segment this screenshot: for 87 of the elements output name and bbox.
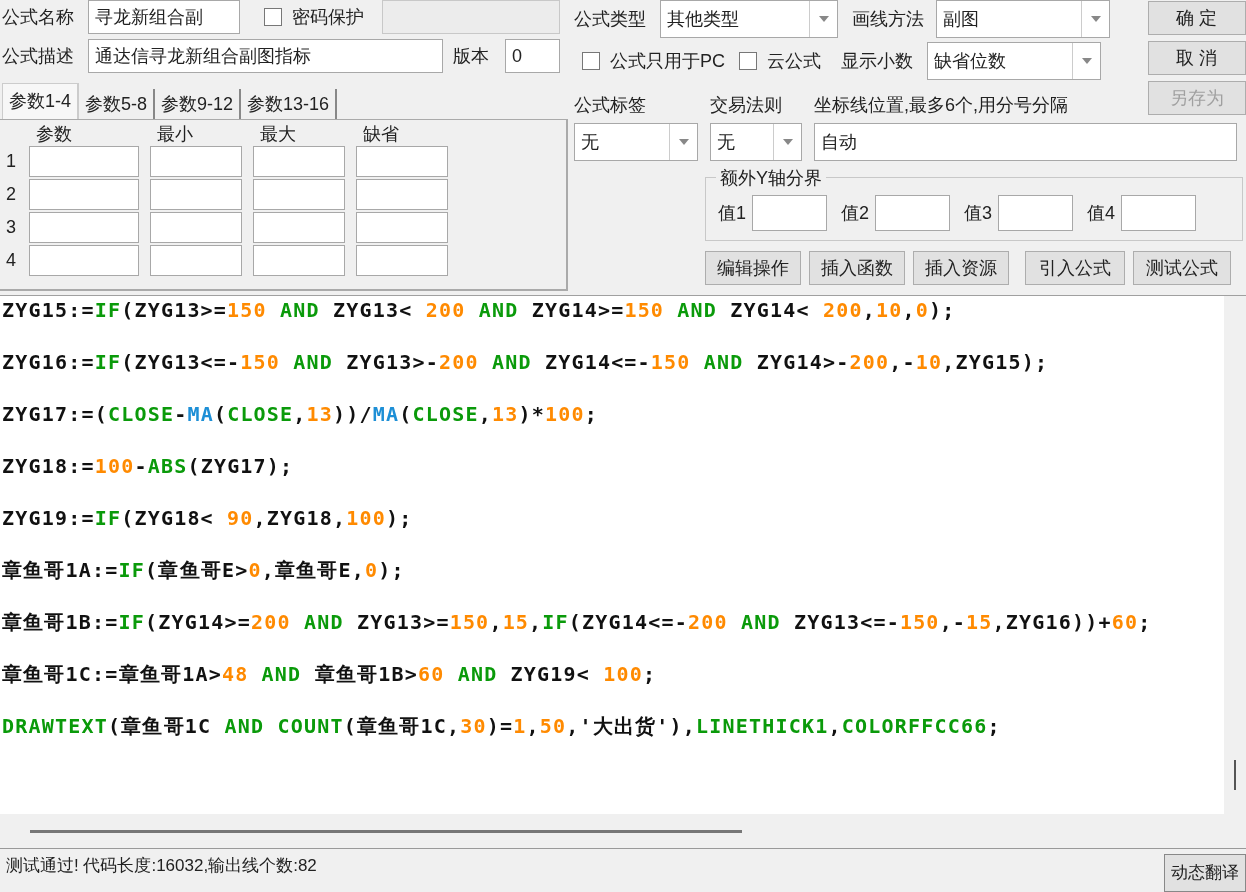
code-line: ZYG16:=IF(ZYG13<=-150 AND ZYG13>-200 AND ZYG14<=-150 AND ZYG14>-200,-10,ZYG15); (2, 350, 1050, 374)
dropdown-value: 副图 (942, 7, 980, 31)
field-label: 公式只用于PC (610, 49, 725, 73)
dynamic-translate-button[interactable]: 动态翻译 (1164, 854, 1246, 892)
checkbox[interactable] (582, 52, 600, 70)
code-line: ZYG15:=IF(ZYG13>=150 AND ZYG13< 200 AND ZYG14>=150 AND ZYG14< 200,10,0); (2, 298, 957, 322)
button[interactable]: 测试公式 (1133, 251, 1231, 285)
field-label: 值1 (718, 201, 746, 225)
tab[interactable]: 参数1-4 (2, 83, 79, 119)
description-field[interactable]: 通达信寻龙新组合副图指标 (88, 39, 443, 73)
code-line: ZYG18:=100-ABS(ZYG17); (2, 454, 295, 478)
button[interactable]: 确 定 (1148, 1, 1246, 35)
row-number: 2 (6, 183, 17, 206)
text-field[interactable] (356, 146, 448, 177)
text-field[interactable] (150, 245, 242, 276)
button[interactable]: 取 消 (1148, 41, 1246, 75)
field-label: 云公式 (767, 49, 821, 73)
button[interactable]: 插入资源 (913, 251, 1009, 285)
caret-icon (1090, 16, 1101, 22)
field-label: 公式标签 (574, 94, 646, 117)
column-header: 参数 (36, 124, 72, 144)
caret-icon (1081, 58, 1092, 64)
field-label: 值3 (964, 201, 993, 225)
checkbox[interactable] (739, 52, 757, 70)
text-field[interactable] (253, 146, 345, 177)
button[interactable]: 插入函数 (809, 251, 905, 285)
code-line: 章鱼哥1B:=IF(ZYG14>=200 AND ZYG13>=150,15,IF(ZYG14<=-200 AND ZYG13<=-150,-15,ZYG16))+60; (2, 610, 1153, 634)
dropdown[interactable]: 其他类型 (660, 0, 838, 38)
code-line: ZYG17:=(CLOSE-MA(CLOSE,13))/MA(CLOSE,13)*100; (2, 402, 599, 426)
text-field[interactable] (150, 179, 242, 210)
text-field[interactable] (356, 212, 448, 243)
field-label: 公式名称 (2, 5, 74, 29)
dropdown[interactable]: 副图 (936, 0, 1110, 38)
status-text: 测试通过! 代码长度:16032,输出线个数:82 (5, 855, 317, 877)
dropdown-value: 无 (580, 130, 600, 154)
field-label: 值4 (1087, 201, 1116, 225)
field-label: 显示小数 (841, 49, 913, 73)
checkbox[interactable] (264, 8, 282, 26)
button[interactable]: 编辑操作 (705, 251, 801, 285)
caret-icon (782, 139, 793, 145)
field-label: 值2 (841, 201, 870, 225)
text-field[interactable] (998, 195, 1074, 231)
text-field[interactable] (150, 146, 242, 177)
version-field[interactable]: 0 (505, 39, 560, 73)
row-number: 1 (6, 150, 17, 173)
dropdown-value: 无 (716, 130, 736, 154)
row-number: 4 (6, 249, 17, 272)
text-field[interactable] (875, 195, 951, 231)
dropdown[interactable]: 无 (710, 123, 802, 161)
dropdown[interactable]: 无 (574, 123, 698, 161)
column-header: 最大 (260, 124, 296, 144)
row-number: 3 (6, 216, 17, 239)
text-field[interactable] (253, 245, 345, 276)
text-field[interactable] (29, 245, 139, 276)
code-line: 章鱼哥1A:=IF(章鱼哥E>0,章鱼哥E,0); (2, 558, 406, 582)
field-label: 交易法则 (710, 94, 782, 117)
text-field[interactable] (150, 212, 242, 243)
field-label: 公式类型 (574, 7, 646, 31)
text-field[interactable] (1121, 195, 1197, 231)
text-field[interactable] (29, 179, 139, 210)
vertical-scrollbar[interactable] (1224, 296, 1246, 814)
text-field[interactable] (253, 179, 345, 210)
code-line: DRAWTEXT(章鱼哥1C AND COUNT(章鱼哥1C,30)=1,50,'大出货'),LINETHICK1,COLORFFCC66; (2, 714, 1002, 738)
code-line: 章鱼哥1C:=章鱼哥1A>48 AND 章鱼哥1B>60 AND ZYG19< 100; (2, 662, 658, 686)
axis-field[interactable]: 自动 (814, 123, 1237, 161)
field-label: 密码保护 (292, 5, 364, 29)
field-label: 画线方法 (852, 7, 924, 31)
field-label: 版本 (453, 44, 489, 68)
text-field[interactable] (752, 195, 827, 231)
text-field[interactable] (29, 146, 139, 177)
text-field[interactable] (356, 179, 448, 210)
dropdown-value: 缺省位数 (933, 49, 1007, 73)
horizontal-scrollbar[interactable] (0, 814, 1246, 848)
caret-icon (678, 139, 689, 145)
text-field[interactable] (253, 212, 345, 243)
button[interactable]: 引入公式 (1025, 251, 1125, 285)
dropdown-value: 其他类型 (666, 7, 740, 31)
text-field[interactable] (29, 212, 139, 243)
field-label: 坐标线位置,最多6个,用分号分隔 (814, 94, 1068, 117)
code-line: ZYG19:=IF(ZYG18< 90,ZYG18,100); (2, 506, 414, 530)
column-header: 最小 (157, 124, 193, 144)
name-field[interactable]: 寻龙新组合副 (88, 0, 240, 34)
field-label: 公式描述 (2, 44, 74, 68)
column-header: 缺省 (363, 124, 399, 144)
text-field[interactable] (356, 245, 448, 276)
caret-icon (818, 16, 829, 22)
dropdown[interactable]: 缺省位数 (927, 42, 1101, 80)
